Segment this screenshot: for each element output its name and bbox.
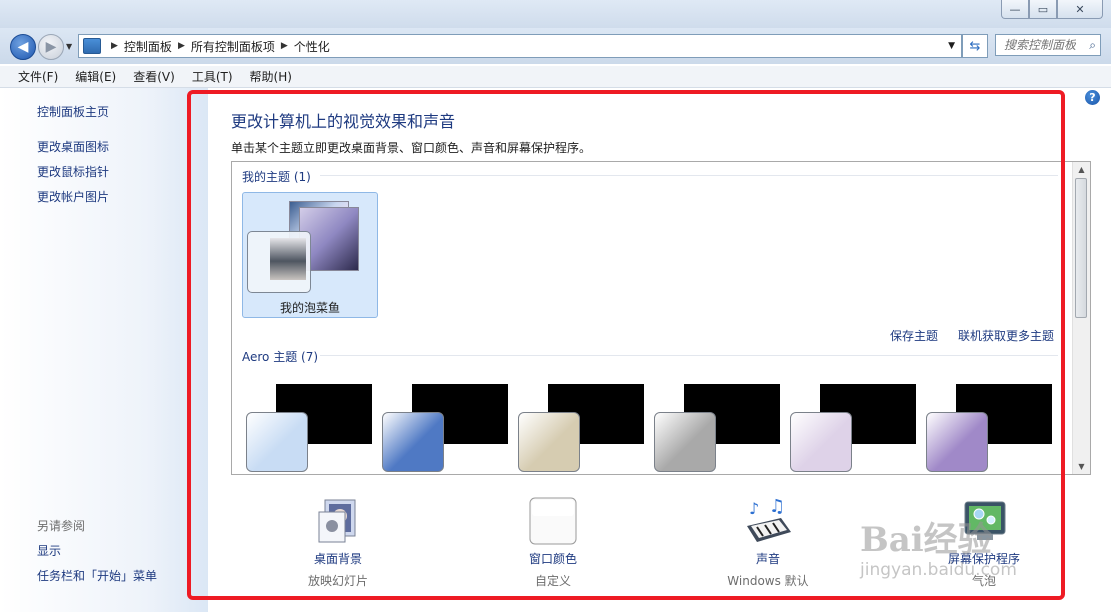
theme-glass-preview [382, 412, 444, 472]
page-description: 单击某个主题立即更改桌面背景、窗口颜色、声音和屏幕保护程序。 [231, 141, 592, 155]
theme-glass-preview [518, 412, 580, 472]
recent-pages-dropdown[interactable]: ▼ [66, 42, 72, 51]
refresh-icon: ⇆ [969, 38, 981, 54]
group-divider [320, 175, 1058, 176]
theme-window-preview [247, 231, 311, 293]
navigation-bar: ◀ ▶ ▼ ▶ 控制面板 ▶ 所有控制面板项 ▶ 个性化 ▼ ⇆ ⌕ [0, 28, 1111, 64]
theme-list: 我的主题 (1) 我的泡菜鱼 保存主题 联机获取更多主题 Aero 主题 (7)… [231, 161, 1091, 475]
save-theme-link[interactable]: 保存主题 [890, 327, 938, 344]
desktop-background-icon [318, 499, 356, 543]
back-button[interactable]: ◀ [10, 34, 36, 60]
arrow-left-icon: ◀ [17, 39, 29, 55]
menu-view[interactable]: 查看(V) [133, 68, 175, 85]
aero-theme-tile[interactable] [378, 384, 508, 474]
forward-button[interactable]: ▶ [38, 34, 64, 60]
aero-theme-tile[interactable] [922, 384, 1052, 474]
get-more-themes-link[interactable]: 联机获取更多主题 [958, 327, 1054, 344]
control-panel-home-link[interactable]: 控制面板主页 [37, 103, 109, 120]
minimize-button[interactable]: — [1001, 0, 1029, 19]
maximize-button[interactable]: ▭ [1029, 0, 1057, 19]
menu-edit[interactable]: 编辑(E) [75, 68, 116, 85]
display-link[interactable]: 显示 [37, 542, 61, 559]
theme-glass-preview [790, 412, 852, 472]
address-bar[interactable]: ▶ 控制面板 ▶ 所有控制面板项 ▶ 个性化 ▼ [78, 34, 962, 58]
help-icon[interactable]: ? [1085, 90, 1100, 105]
menu-bar: 文件(F) 编辑(E) 查看(V) 工具(T) 帮助(H) [0, 66, 1111, 88]
chevron-down-icon[interactable]: ▼ [948, 41, 955, 51]
page-title: 更改计算机上的视觉效果和声音 [231, 112, 456, 131]
option-value: 自定义 [534, 574, 571, 588]
close-button[interactable]: ✕ [1057, 0, 1103, 19]
search-box[interactable]: ⌕ [995, 34, 1101, 56]
arrow-right-icon: ▶ [45, 39, 57, 55]
option-label[interactable]: 屏幕保护程序 [924, 550, 1044, 567]
title-bar: — ▭ ✕ [0, 0, 1111, 28]
task-pane: 控制面板主页 更改桌面图标 更改鼠标指针 更改帐户图片 另请参阅 显示 任务栏和… [0, 88, 208, 612]
theme-tile-my-theme[interactable]: 我的泡菜鱼 [242, 192, 378, 318]
theme-photo-preview [270, 238, 306, 280]
breadcrumb-control-panel[interactable]: 控制面板 [124, 38, 172, 55]
aero-theme-tile[interactable] [786, 384, 916, 474]
search-icon[interactable]: ⌕ [1089, 38, 1096, 53]
aero-theme-tile[interactable] [650, 384, 780, 474]
menu-tools[interactable]: 工具(T) [192, 68, 233, 85]
option-label[interactable]: 声音 [708, 550, 828, 567]
option-label[interactable]: 窗口颜色 [493, 550, 613, 567]
menu-file[interactable]: 文件(F) [18, 68, 58, 85]
scroll-down-arrow-icon[interactable]: ▼ [1073, 462, 1090, 471]
group-divider [320, 355, 1058, 356]
scroll-up-arrow-icon[interactable]: ▲ [1073, 165, 1090, 174]
see-also-heading: 另请参阅 [37, 519, 86, 533]
refresh-button[interactable]: ⇆ [962, 34, 988, 58]
change-account-picture-link[interactable]: 更改帐户图片 [37, 188, 109, 205]
window-color-icon [529, 497, 577, 545]
change-desktop-icons-link[interactable]: 更改桌面图标 [37, 138, 109, 155]
option-value: 放映幻灯片 [307, 574, 368, 588]
my-themes-header[interactable]: 我的主题 (1) [242, 168, 311, 185]
sound-icon: ♪ ♫ [747, 496, 791, 542]
taskbar-start-menu-link[interactable]: 任务栏和「开始」菜单 [37, 567, 157, 584]
chevron-right-icon[interactable]: ▶ [281, 41, 288, 51]
breadcrumb-all-items[interactable]: 所有控制面板项 [191, 38, 275, 55]
window-controls: — ▭ ✕ [1001, 0, 1103, 19]
aero-themes-header[interactable]: Aero 主题 (7) [242, 348, 318, 365]
scrollbar-thumb[interactable] [1075, 178, 1087, 318]
menu-help[interactable]: 帮助(H) [250, 68, 292, 85]
control-panel-icon [83, 38, 101, 54]
theme-glass-preview [926, 412, 988, 472]
aero-theme-tile[interactable] [242, 384, 372, 474]
change-mouse-pointers-link[interactable]: 更改鼠标指针 [37, 163, 109, 180]
theme-name: 我的泡菜鱼 [279, 301, 340, 315]
chevron-right-icon[interactable]: ▶ [111, 41, 118, 51]
theme-glass-preview [654, 412, 716, 472]
aero-theme-tile[interactable] [514, 384, 644, 474]
svg-text:♪: ♪ [749, 499, 759, 518]
vertical-scrollbar[interactable]: ▲ ▼ [1072, 162, 1090, 474]
breadcrumb-personalization[interactable]: 个性化 [294, 38, 330, 55]
theme-glass-preview [246, 412, 308, 472]
screensaver-icon [964, 501, 1006, 540]
svg-text:♫: ♫ [769, 496, 785, 517]
search-input[interactable] [1002, 37, 1078, 53]
option-label[interactable]: 桌面背景 [278, 550, 398, 567]
chevron-right-icon[interactable]: ▶ [178, 41, 185, 51]
option-value: 气泡 [971, 574, 996, 588]
option-value: Windows 默认 [727, 574, 809, 588]
